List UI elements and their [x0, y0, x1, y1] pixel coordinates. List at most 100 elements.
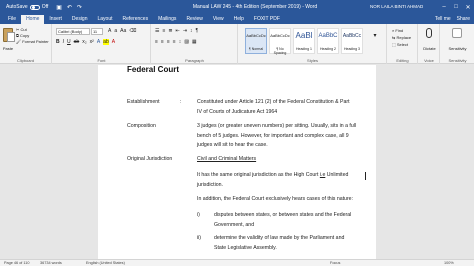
italic-icon[interactable]: I: [63, 39, 64, 45]
numbering-icon[interactable]: ≡: [162, 28, 165, 34]
strikethrough-icon[interactable]: ab: [74, 39, 80, 45]
language[interactable]: English (United States): [86, 261, 125, 265]
autosave-toggle[interactable]: [29, 4, 40, 10]
paragraph-group: ☰ ≡ ≣ ⇤ ⇥ ↕ ¶ ≡ ≡ ≡ ≡ ↕ ▨ ▦ Paragraph: [152, 24, 238, 64]
tab-layout[interactable]: Layout: [93, 15, 118, 24]
dictate-button[interactable]: Dictate: [419, 46, 440, 51]
autosave-label: AutoSave: [6, 4, 28, 10]
civil-criminal-heading: Civil and Criminal Matters: [197, 156, 257, 162]
voice-label: Voice: [424, 58, 434, 63]
editing-label: Editing: [396, 58, 409, 63]
bold-icon[interactable]: B: [56, 39, 60, 45]
tab-review[interactable]: Review: [181, 15, 207, 24]
justify-icon[interactable]: ≡: [173, 39, 176, 45]
tab-file[interactable]: File: [3, 15, 21, 24]
autosave[interactable]: AutoSave Off: [6, 4, 48, 10]
grow-font-icon[interactable]: A: [108, 28, 111, 34]
align-center-icon[interactable]: ≡: [161, 39, 164, 45]
minimize-icon[interactable]: –: [438, 0, 450, 14]
focus-button[interactable]: Focus: [330, 261, 340, 265]
row-label-original-jurisdiction: Original Jurisdiction: [127, 156, 173, 162]
list-item: disputes between states, or between stat…: [214, 212, 352, 228]
tab-help[interactable]: Help: [229, 15, 249, 24]
document-area[interactable]: Federal Court Establishment : Constitute…: [0, 65, 474, 259]
restore-icon[interactable]: □: [450, 0, 462, 14]
document-title: Manual LAW 245 - 4th Edition (September …: [192, 4, 318, 10]
style-heading-3[interactable]: AaBbCc Heading 3: [341, 28, 363, 54]
font-size-select[interactable]: 11: [91, 28, 103, 35]
styles-label: Styles: [307, 58, 318, 63]
text-effects-icon[interactable]: A: [97, 39, 100, 45]
style-heading-1[interactable]: AaBl Heading 1: [293, 28, 315, 54]
replace-button[interactable]: ⇆ Replace: [392, 34, 411, 41]
align-left-icon[interactable]: ≡: [155, 39, 158, 45]
tell-me[interactable]: Tell me: [435, 16, 451, 22]
find-button[interactable]: ⌕ Find: [392, 27, 411, 34]
bullets-icon[interactable]: ☰: [155, 28, 159, 34]
decrease-indent-icon[interactable]: ⇤: [176, 28, 180, 34]
line-spacing-icon[interactable]: ↕: [179, 39, 182, 45]
font-name-select[interactable]: Calibri (Body): [56, 28, 90, 35]
clipboard-group: Paste ✂ Cut ⧉ Copy 🖌 Format Painter Clip…: [0, 24, 52, 64]
editing-group: ⌕ Find ⇆ Replace ⬚ Select Editing: [388, 24, 418, 64]
mouse-cursor: [365, 172, 366, 180]
style-no-spacing[interactable]: AaBbCcDc ¶ No Spacing: [269, 28, 291, 55]
shading-icon[interactable]: ▨: [184, 39, 189, 45]
list-item-number: i): [197, 212, 200, 218]
borders-icon[interactable]: ▦: [192, 39, 197, 45]
undo-icon[interactable]: ↶: [67, 4, 72, 11]
redo-icon[interactable]: ↷: [77, 4, 82, 11]
list-item: determine the validity of law made by th…: [214, 235, 345, 251]
format-painter-button[interactable]: 🖌 Format Painter: [16, 39, 49, 45]
paste-label[interactable]: Paste: [1, 46, 15, 51]
word-count[interactable]: 36734 words: [40, 261, 62, 265]
subscript-icon[interactable]: x₂: [82, 39, 86, 45]
show-marks-icon[interactable]: ¶: [196, 28, 199, 34]
clipboard-label: Clipboard: [16, 58, 35, 63]
change-case-icon[interactable]: Aa: [120, 28, 126, 34]
row-label-establishment: Establishment: [127, 99, 160, 105]
title-bar: AutoSave Off ▣ ↶ ↷ Manual LAW 245 - 4th …: [0, 0, 474, 14]
align-right-icon[interactable]: ≡: [167, 39, 170, 45]
underline-icon[interactable]: U: [67, 39, 71, 45]
page-count[interactable]: Page 46 of 110: [4, 261, 29, 265]
composition-text: 3 judges (or greater uneven numbers) per…: [197, 123, 357, 148]
user-name[interactable]: NOR LAILA BINTI AHMAD: [370, 4, 423, 9]
tab-references[interactable]: References: [118, 15, 154, 24]
font-color-icon[interactable]: A: [112, 39, 115, 45]
ribbon: Paste ✂ Cut ⧉ Copy 🖌 Format Painter Clip…: [0, 24, 474, 64]
row-colon: :: [180, 99, 182, 105]
tab-design[interactable]: Design: [67, 15, 93, 24]
tab-insert[interactable]: Insert: [44, 15, 67, 24]
tab-foxit-pdf[interactable]: FOXIT PDF: [249, 15, 285, 24]
styles-more-icon[interactable]: ▾: [367, 32, 383, 39]
shrink-font-icon[interactable]: a: [114, 28, 117, 34]
save-icon[interactable]: ▣: [56, 4, 62, 11]
superscript-icon[interactable]: x²: [90, 39, 94, 45]
style-heading-2[interactable]: AaBbC Heading 2: [317, 28, 339, 54]
paragraph-label: Paragraph: [185, 58, 204, 63]
tab-mailings[interactable]: Mailings: [153, 15, 181, 24]
sort-icon[interactable]: ↕: [190, 28, 193, 34]
multilevel-icon[interactable]: ≣: [168, 28, 172, 34]
microphone-icon[interactable]: [426, 28, 432, 38]
clear-format-icon[interactable]: ⌫: [129, 28, 136, 34]
share-button[interactable]: Share: [457, 16, 470, 22]
zoom-level[interactable]: 100%: [444, 261, 454, 265]
tab-view[interactable]: View: [208, 15, 229, 24]
document-page[interactable]: Federal Court Establishment : Constitute…: [98, 65, 376, 259]
ribbon-tabs: File Home Insert Design Layout Reference…: [0, 14, 474, 24]
select-button[interactable]: ⬚ Select: [392, 41, 411, 48]
sensitivity-button[interactable]: Sensitivity: [441, 46, 474, 51]
sensitivity-icon[interactable]: [452, 28, 462, 38]
voice-group: Dictate Voice: [419, 24, 440, 64]
style-normal[interactable]: AaBbCcDc ¶ Normal: [245, 28, 267, 54]
sensitivity-group: Sensitivity Sensitivity: [441, 24, 474, 64]
paste-icon[interactable]: [3, 28, 15, 42]
close-icon[interactable]: ✕: [462, 0, 474, 14]
highlight-icon[interactable]: ab: [103, 39, 109, 45]
tab-home[interactable]: Home: [21, 15, 45, 24]
establishment-text: Constituted under Article 121 (2) of the…: [197, 99, 350, 115]
row-label-composition: Composition: [127, 123, 156, 129]
increase-indent-icon[interactable]: ⇥: [183, 28, 187, 34]
